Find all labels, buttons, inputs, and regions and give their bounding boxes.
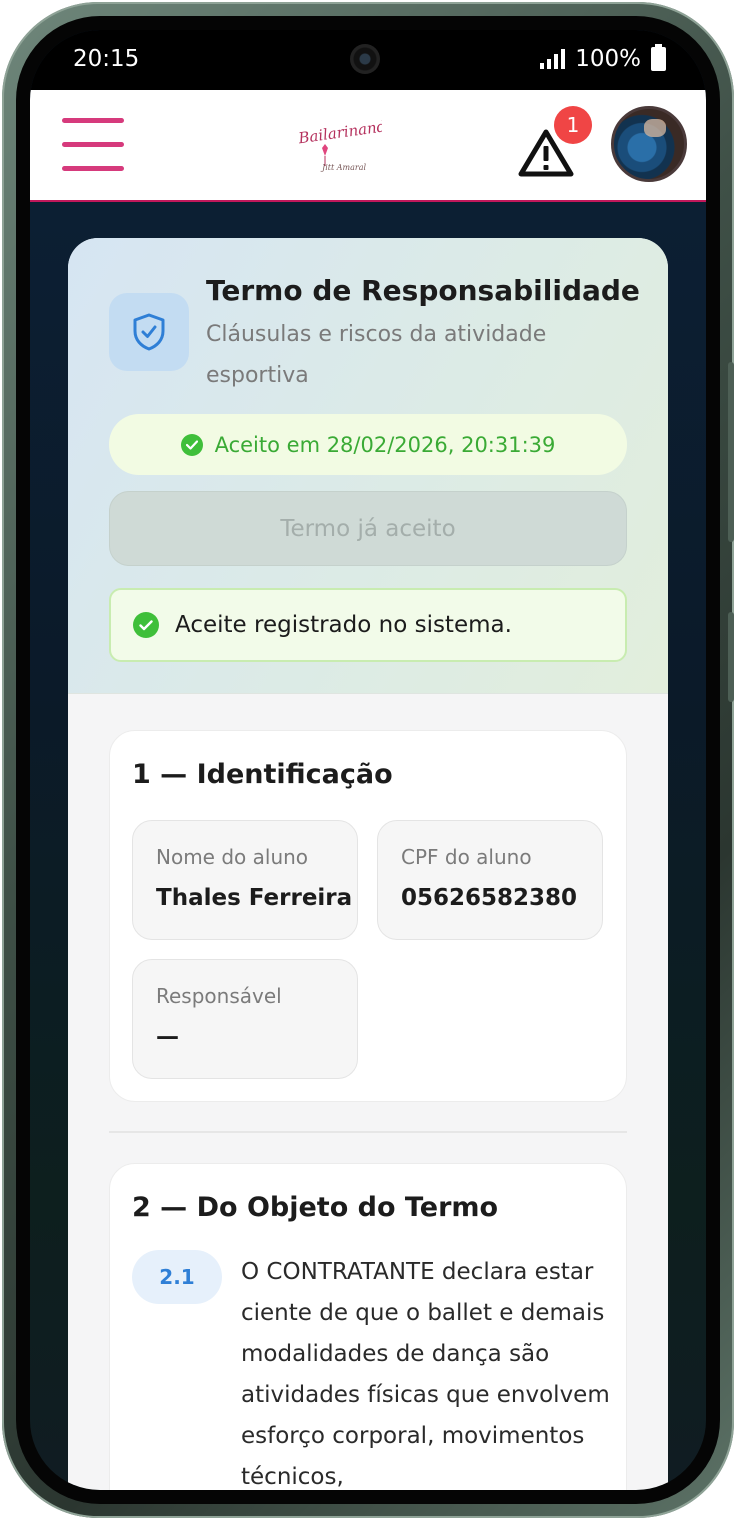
field-value: —: [156, 1024, 179, 1050]
front-camera: [350, 44, 380, 74]
section-title: 2 — Do Objeto do Termo: [132, 1192, 499, 1223]
shield-icon-box: [109, 293, 189, 371]
shield-check-icon: [133, 313, 165, 351]
field-value: Thales Ferreira: [156, 885, 353, 911]
status-time: 20:15: [73, 46, 140, 72]
power-button: [728, 612, 734, 702]
student-cpf-field: CPF do aluno 05626582380: [377, 820, 603, 940]
volume-button: [728, 362, 734, 542]
hamburger-menu-icon[interactable]: [62, 118, 124, 174]
section-title: 1 — Identificação: [132, 759, 393, 790]
check-circle-icon: [180, 433, 203, 456]
section-divider: [109, 1131, 627, 1133]
accept-term-button[interactable]: Termo já aceito: [109, 491, 627, 566]
page-subtitle: Cláusulas e riscos da atividade esportiv…: [206, 322, 547, 388]
alert-count-badge: 1: [554, 106, 592, 144]
page-title: Termo de Responsabilidade: [206, 274, 640, 307]
guardian-field: Responsável —: [132, 959, 358, 1079]
field-label: Nome do aluno: [156, 845, 309, 869]
registered-message: Aceite registrado no sistema.: [175, 612, 512, 638]
logo-text: Bailarinando: [296, 116, 382, 148]
clause-text: O CONTRATANTE declara estar ciente de qu…: [241, 1259, 610, 1490]
terms-card-header: Termo de Responsabilidade Cláusulas e ri…: [68, 238, 668, 694]
terms-card: Termo de Responsabilidade Cláusulas e ri…: [68, 238, 668, 1490]
term-object-section: 2 — Do Objeto do Termo 2.1 O CONTRATANTE…: [109, 1163, 627, 1490]
accepted-status-pill: Aceito em 28/02/2026, 20:31:39: [109, 414, 627, 475]
field-label: CPF do aluno: [401, 845, 532, 869]
identification-section: 1 — Identificação Nome do aluno Thales F…: [109, 730, 627, 1102]
signal-icon: [540, 49, 566, 69]
accepted-status-text: Aceito em 28/02/2026, 20:31:39: [214, 432, 556, 457]
check-circle-icon: [133, 612, 159, 638]
screen: 20:15 100% Bailarinando Jitt Amaral 1 Te…: [30, 30, 706, 1490]
avatar[interactable]: [611, 106, 687, 182]
field-label: Responsável: [156, 984, 282, 1008]
app-header: Bailarinando Jitt Amaral 1: [30, 90, 706, 202]
logo-subtext: Jitt Amaral: [320, 163, 366, 172]
battery-percent: 100%: [575, 46, 641, 72]
battery-icon: [651, 44, 666, 71]
bailarinando-logo: Bailarinando Jitt Amaral: [296, 116, 382, 172]
registered-alert: Aceite registrado no sistema.: [109, 588, 627, 662]
status-bar: 20:15 100%: [30, 30, 706, 90]
field-value: 05626582380: [401, 885, 578, 911]
clause-number-badge: 2.1: [132, 1250, 222, 1304]
status-indicators: 100%: [540, 44, 666, 72]
student-name-field: Nome do aluno Thales Ferreira: [132, 820, 358, 940]
